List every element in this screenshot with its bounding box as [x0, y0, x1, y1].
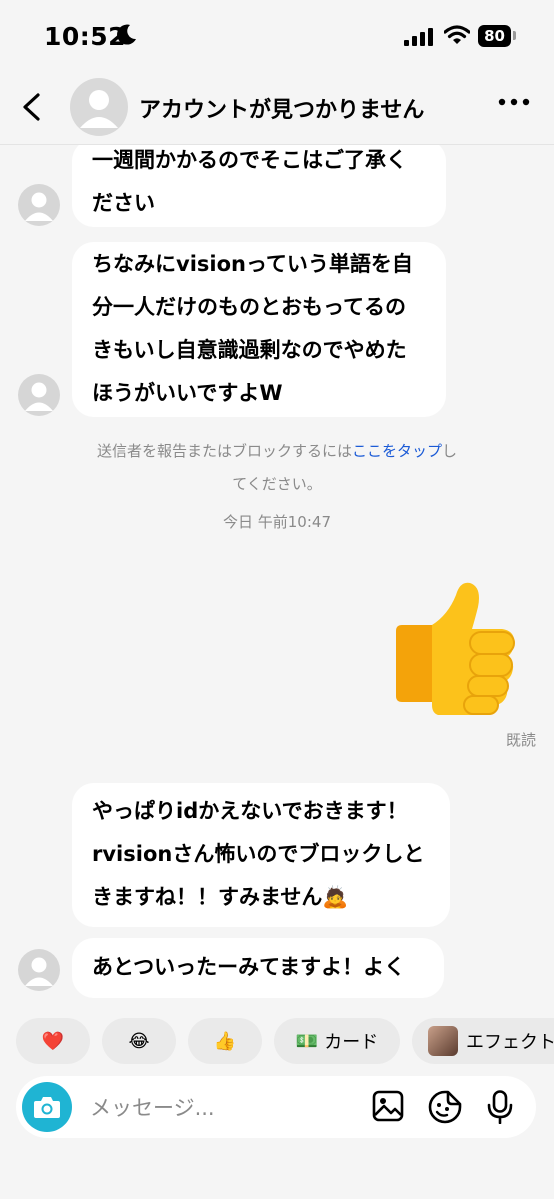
status-time: 10:52 — [44, 22, 127, 51]
default-avatar-icon — [25, 382, 53, 411]
effect-thumbnail-icon — [428, 1026, 458, 1056]
back-arrow-icon[interactable] — [20, 92, 44, 122]
default-avatar-icon — [80, 90, 118, 128]
reaction-laugh[interactable]: 😂 — [102, 1018, 176, 1064]
reaction-heart[interactable]: ❤️ — [16, 1018, 90, 1064]
report-notice: 送信者を報告またはブロックするにはここをタップし てください。 — [0, 435, 554, 501]
camera-button[interactable] — [22, 1082, 72, 1132]
effect-button[interactable]: エフェクト — [412, 1018, 554, 1064]
sender-avatar[interactable] — [18, 949, 60, 991]
notice-text: 送信者を報告またはブロックするには — [96, 442, 352, 460]
battery-cap — [513, 31, 516, 40]
effect-label: エフェクト — [466, 1032, 554, 1053]
battery-indicator: 80 — [478, 25, 511, 47]
battery-level: 80 — [484, 27, 505, 45]
gallery-icon[interactable] — [372, 1090, 404, 1122]
seen-status: 既読 — [505, 731, 536, 749]
message-line: rvisionさん怖いのでブロックしと — [92, 842, 425, 866]
sender-avatar[interactable] — [18, 184, 60, 226]
message-bubble[interactable]: 一週間かかるのでそこはご了承く ださい — [72, 145, 446, 227]
default-avatar-icon — [25, 957, 53, 986]
message-line: ちなみにvisionっていう単語を自 — [92, 252, 413, 276]
message-timestamp: 今日 午前10:47 — [223, 513, 331, 531]
sender-avatar[interactable] — [18, 374, 60, 416]
message-input[interactable] — [88, 1090, 332, 1126]
card-label: カード — [324, 1032, 379, 1053]
message-line: やっぱりidかえないでおきます！ — [92, 799, 408, 823]
message-bubble[interactable]: あとついったーみてますよ！よく — [72, 938, 444, 998]
moon-icon — [117, 24, 136, 45]
message-line: ほうがいいですよW — [92, 381, 283, 405]
message-bubble[interactable]: ちなみにvisionっていう単語を自 分一人だけのものとおもってるの きもいし自… — [72, 242, 446, 417]
message-line: 分一人だけのものとおもってるの — [92, 295, 406, 319]
signal-icon — [404, 28, 433, 46]
header-avatar[interactable] — [70, 78, 128, 136]
thumbs-up-emoji-icon — [396, 582, 515, 715]
message-line: あとついったーみてますよ！よく — [92, 955, 406, 979]
chat-title[interactable]: アカウントが見つかりません — [139, 92, 424, 124]
message-bubble[interactable]: やっぱりidかえないでおきます！ rvisionさん怖いのでブロックしと きます… — [72, 783, 450, 927]
status-bar: 10:52 80 — [0, 0, 554, 72]
notice-text: し — [442, 442, 458, 460]
message-line: 一週間かかるのでそこはご了承く — [92, 148, 407, 172]
more-icon[interactable] — [498, 97, 530, 107]
thumbs-up-icon: 👍 — [213, 1030, 237, 1052]
message-list[interactable]: 一週間かかるのでそこはご了承く ださい ちなみにvisionっていう単語を自 分… — [0, 145, 554, 1000]
camera-icon — [34, 1097, 60, 1118]
message-composer — [16, 1076, 536, 1138]
sent-thumbs-up[interactable] — [390, 577, 525, 717]
chat-header: アカウントが見つかりません — [0, 72, 554, 145]
laugh-icon: 😂 — [128, 1030, 150, 1052]
money-icon: 💵 — [295, 1030, 319, 1052]
sticker-icon[interactable] — [428, 1090, 462, 1124]
card-button[interactable]: 💵 カード — [274, 1018, 400, 1064]
message-line: きもいし自意識過剰なのでやめた — [92, 338, 407, 362]
quick-reactions: ❤️ 😂 👍 💵 カード エフェクト — [0, 1018, 554, 1068]
wifi-icon — [444, 25, 470, 44]
report-link[interactable]: ここをタップ — [352, 442, 442, 460]
notice-text: てください。 — [232, 475, 322, 493]
default-avatar-icon — [25, 192, 53, 221]
message-line: ださい — [92, 191, 155, 215]
heart-icon: ❤️ — [41, 1030, 65, 1052]
reaction-thumbs-up[interactable]: 👍 — [188, 1018, 262, 1064]
microphone-icon[interactable] — [486, 1090, 514, 1124]
message-line: きますね！！すみません🙇 — [92, 885, 349, 909]
